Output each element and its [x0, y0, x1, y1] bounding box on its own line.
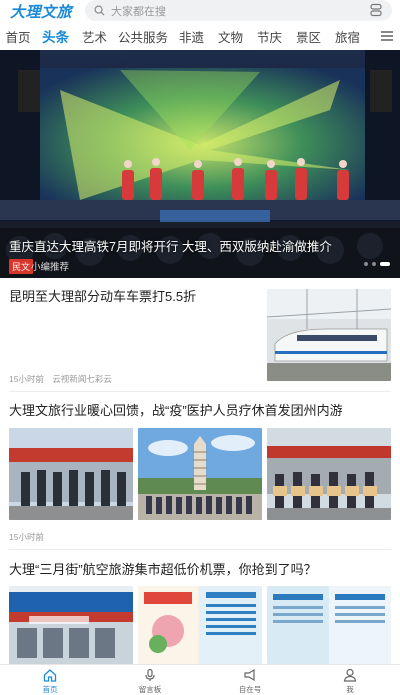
divider	[9, 391, 391, 392]
tab-public-service[interactable]: 公共服务	[114, 27, 172, 46]
article-meta: 15小时前 云视新闻七彩云	[9, 373, 112, 385]
megaphone-icon	[244, 668, 255, 682]
ticket-poster-photo	[267, 586, 391, 664]
search-icon	[94, 5, 105, 16]
tab-lodging[interactable]: 旅宿	[328, 27, 367, 46]
article-thumbnail[interactable]	[267, 289, 391, 381]
mic-icon	[145, 668, 155, 681]
article-thumbnail[interactable]	[9, 428, 133, 520]
app-logo[interactable]: 大理文旅	[10, 1, 72, 22]
pagoda-photo	[138, 428, 262, 520]
scan-icon[interactable]	[369, 3, 383, 17]
search-placeholder: 大家都在搜	[111, 5, 166, 18]
article-title[interactable]: 昆明至大理部分动车车票打5.5折	[9, 288, 259, 306]
article-title[interactable]: 大理“三月街”航空旅游集市超低价机票，你抢到了吗？	[9, 561, 391, 579]
article-thumbnail[interactable]	[267, 428, 391, 520]
home-icon	[43, 669, 57, 682]
train-image	[267, 289, 391, 381]
carousel-dot-active	[380, 262, 390, 266]
divider	[9, 549, 391, 550]
article-title[interactable]: 大理文旅行业暖心回馈，战“疫”医护人员疗休首发团州内游	[9, 402, 391, 420]
tab-home[interactable]: 首页	[0, 27, 36, 46]
article-thumbnail[interactable]	[138, 586, 262, 664]
nav-home[interactable]: 首页	[0, 665, 100, 695]
tab-headlines[interactable]: 头条	[36, 26, 75, 46]
tab-relics[interactable]: 文物	[211, 27, 250, 46]
nav-label: 首页	[42, 685, 58, 694]
tab-festival[interactable]: 节庆	[250, 27, 289, 46]
user-icon	[343, 668, 357, 682]
tab-heritage[interactable]: 非遗	[172, 27, 211, 46]
carousel-dot	[372, 262, 376, 266]
hero-source: 小编推荐	[31, 262, 70, 273]
tab-scenic[interactable]: 景区	[289, 27, 328, 46]
menu-icon	[381, 31, 393, 41]
tab-art[interactable]: 艺术	[75, 27, 114, 46]
carousel-dot	[364, 262, 368, 266]
article-time: 15小时前	[9, 374, 44, 384]
bottom-navigation: 首页 留言板 自在号 我	[0, 664, 400, 695]
airport-terminal-photo	[9, 586, 133, 664]
article-meta: 15小时前	[9, 531, 44, 543]
nav-zizai[interactable]: 自在号	[200, 665, 300, 695]
tab-menu-button[interactable]	[374, 22, 400, 50]
category-tabs: 首页 头条 艺术 公共服务 非遗 文物 节庆 景区 旅宿	[0, 22, 400, 50]
hero-title[interactable]: 重庆直达大理高铁7月即将开行 大理、西双版纳赴渝做推介	[9, 236, 332, 255]
nav-message-board[interactable]: 留言板	[100, 665, 200, 695]
gift-photo	[267, 428, 391, 520]
group-photo	[9, 428, 133, 520]
top-bar: 大理文旅 大家都在搜	[0, 0, 400, 22]
promo-poster-collage	[138, 586, 262, 664]
hero-tag: 民文	[9, 259, 34, 274]
nav-me[interactable]: 我	[300, 665, 400, 695]
article-time: 15小时前	[9, 532, 44, 542]
nav-label: 自在号	[238, 685, 262, 694]
article-source: 云视新闻七彩云	[52, 374, 112, 384]
nav-label: 我	[346, 685, 354, 694]
article-thumbnail[interactable]	[267, 586, 391, 664]
article-thumbnail[interactable]	[9, 586, 133, 664]
search-bar[interactable]: 大家都在搜	[85, 0, 392, 21]
carousel-dots	[364, 262, 390, 266]
article-thumbnail[interactable]	[138, 428, 262, 520]
nav-label: 留言板	[138, 685, 162, 694]
